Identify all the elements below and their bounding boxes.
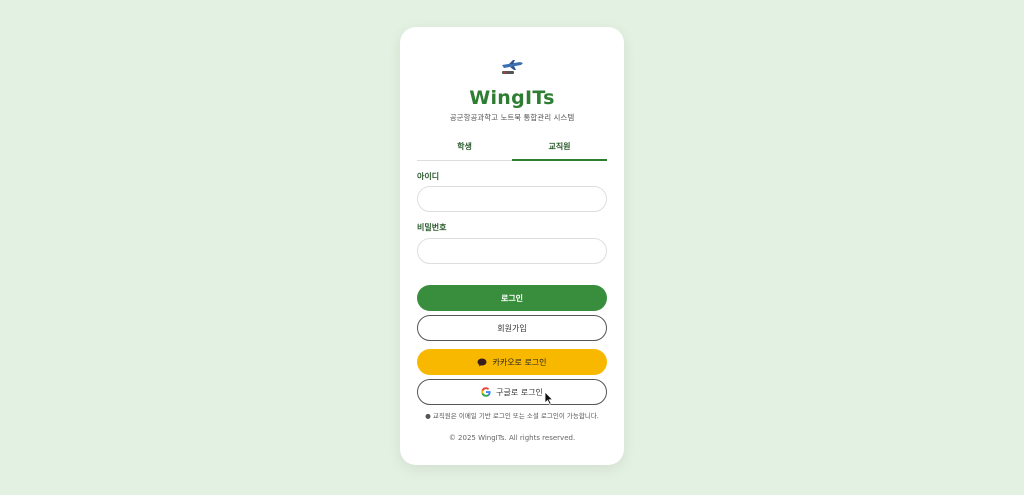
login-type-tabs: 학생 교직원 — [417, 137, 607, 161]
login-button-label: 로그인 — [500, 293, 524, 303]
login-card: WingITs 공군항공과학고 노트북 통합관리 시스템 학생 교직원 아이디 … — [400, 27, 624, 465]
password-input[interactable] — [417, 238, 607, 264]
kakao-chat-icon — [477, 358, 487, 367]
google-icon — [481, 387, 491, 397]
id-label: 아이디 — [417, 172, 440, 181]
mouse-cursor-icon — [544, 391, 554, 405]
app-title: WingITs — [469, 87, 555, 109]
app-subtitle: 공군항공과학고 노트북 통합관리 시스템 — [449, 113, 575, 122]
kakao-login-label: 카카오로 로그인 — [492, 357, 547, 367]
login-button[interactable]: 로그인 — [417, 285, 607, 311]
kakao-login-button[interactable]: 카카오로 로그인 — [417, 349, 607, 375]
tab-staff[interactable]: 교직원 — [512, 137, 607, 161]
tab-student[interactable]: 학생 — [417, 137, 512, 160]
copyright-footer: © 2025 WingITs. All rights reserved. — [448, 434, 576, 442]
airplane-icon — [502, 60, 523, 74]
google-login-label: 구글로 로그인 — [496, 387, 543, 397]
id-input[interactable] — [417, 186, 607, 212]
signup-button[interactable]: 회원가입 — [417, 315, 607, 341]
password-label: 비밀번호 — [417, 223, 447, 232]
google-login-button[interactable]: 구글로 로그인 — [417, 379, 607, 405]
signup-button-label: 회원가입 — [497, 323, 527, 333]
staff-login-note: ● 교직원은 이메일 기반 로그인 또는 소셜 로그인이 가능합니다. — [425, 412, 599, 420]
